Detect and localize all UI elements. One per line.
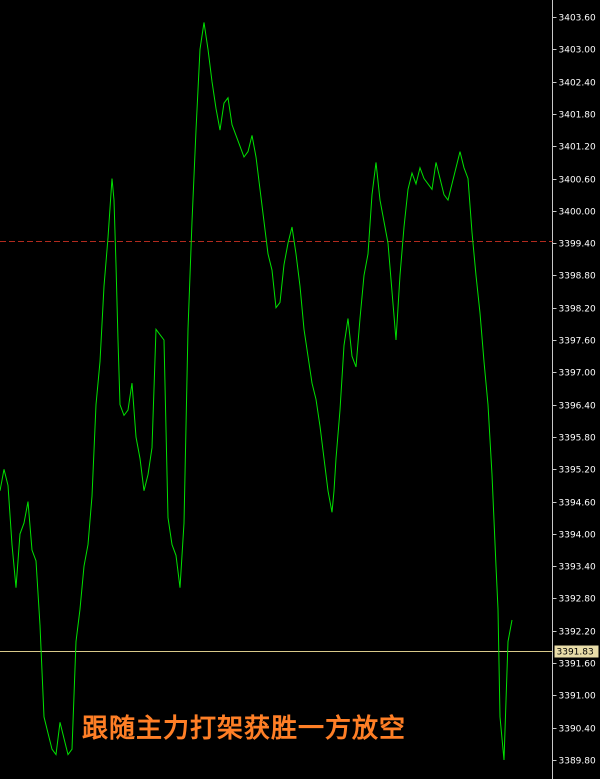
y-tick-label: 3400.60 <box>559 176 596 186</box>
y-tick-label: 3389.80 <box>559 757 596 767</box>
y-tick-label: 3394.00 <box>559 531 596 541</box>
y-tick-label: 3394.60 <box>559 499 596 509</box>
y-tick-label: 3401.20 <box>559 143 596 153</box>
y-tick-label: 3400.00 <box>559 208 596 218</box>
y-tick-label: 3401.80 <box>559 111 596 121</box>
y-tick-label: 3391.60 <box>559 660 596 670</box>
y-tick-label: 3391.00 <box>559 692 596 702</box>
y-tick-label: 3393.40 <box>559 563 596 573</box>
y-tick-label: 3403.60 <box>559 14 596 24</box>
y-tick-label: 3399.40 <box>559 240 596 250</box>
y-tick-label: 3397.00 <box>559 369 596 379</box>
y-tick-label: 3392.20 <box>559 628 596 638</box>
y-tick-label: 3403.00 <box>559 46 596 56</box>
y-tick-label: 3402.40 <box>559 79 596 89</box>
y-tick-label: 3395.80 <box>559 434 596 444</box>
y-tick-label: 3398.80 <box>559 272 596 282</box>
y-tick-label: 3396.40 <box>559 402 596 412</box>
y-tick-label: 3397.60 <box>559 337 596 347</box>
current-price-badge: 3391.83 <box>554 645 599 658</box>
y-tick-label: 3392.80 <box>559 595 596 605</box>
y-tick-label: 3398.20 <box>559 305 596 315</box>
chart-caption: 跟随主力打架获胜一方放空 <box>82 713 406 744</box>
price-chart: 3403.60 3403.00 3402.40 3401.80 3401.20 3400.… <box>0 0 599 779</box>
current-price-label: 3391.83 <box>557 648 594 658</box>
y-tick-label: 3390.40 <box>559 725 596 735</box>
y-tick-label: 3395.20 <box>559 466 596 476</box>
series-line <box>0 22 513 761</box>
